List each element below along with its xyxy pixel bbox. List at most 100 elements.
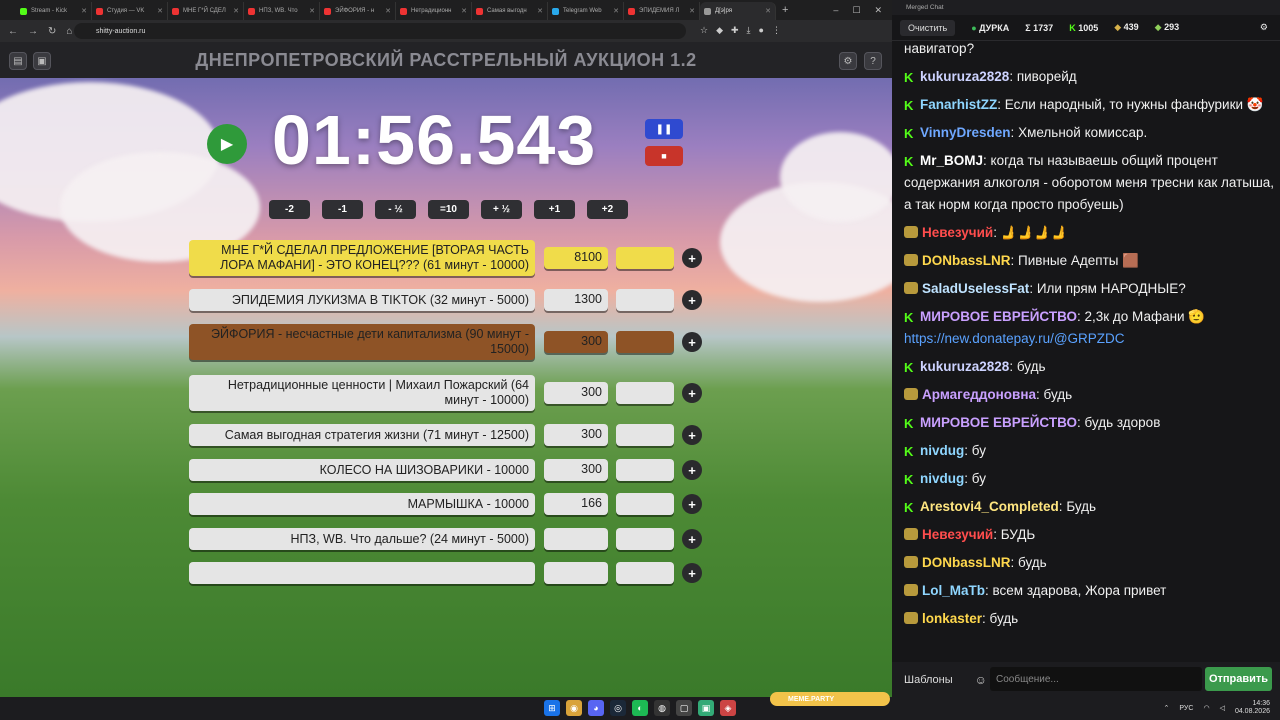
- chat-nick[interactable]: nivdug: [920, 471, 964, 486]
- lot-name-field[interactable]: ЭПИДЕМИЯ ЛУКИЗМА В TIKTOK (32 минут - 50…: [189, 289, 535, 311]
- lot-add-button[interactable]: +: [682, 290, 702, 310]
- lot-name-field[interactable]: КОЛЕСО НА ШИЗОВАРИКИ - 10000: [189, 459, 535, 481]
- lot-name-field[interactable]: МНЕ Г*Й СДЕЛАЛ ПРЕДЛОЖЕНИЕ [ВТОРАЯ ЧАСТЬ…: [189, 240, 535, 276]
- tab-close-icon[interactable]: ✕: [765, 7, 771, 15]
- emoji-icon[interactable]: ☺: [975, 673, 987, 687]
- lot-add-amount-input[interactable]: [616, 289, 674, 311]
- star-icon[interactable]: ☆: [700, 25, 708, 36]
- time-adjust-button[interactable]: =10: [428, 200, 469, 219]
- tab-2[interactable]: Студия — VK ✕: [92, 2, 168, 20]
- chat-nick[interactable]: FanarhistZZ: [920, 97, 997, 112]
- tab-6[interactable]: Нетрадиционн ✕: [396, 2, 472, 20]
- chat-nick[interactable]: DONbassLNR: [922, 253, 1011, 268]
- menu-icon[interactable]: ⋮: [772, 25, 781, 36]
- sidebar-toggle-icon[interactable]: ▤: [9, 52, 27, 70]
- lot-add-amount-input[interactable]: [616, 247, 674, 269]
- lot-amount-field[interactable]: 300: [544, 459, 608, 481]
- time-adjust-button[interactable]: -2: [269, 200, 310, 219]
- chat-nick[interactable]: nivdug: [920, 443, 964, 458]
- lot-amount-field[interactable]: [544, 528, 608, 550]
- lot-name-field[interactable]: Самая выгодная стратегия жизни (71 минут…: [189, 424, 535, 446]
- volume-icon[interactable]: ◁: [1220, 704, 1225, 712]
- lot-add-amount-input[interactable]: [616, 562, 674, 584]
- discord-icon[interactable]: ◕: [588, 700, 604, 716]
- spotify-icon[interactable]: ◐: [632, 700, 648, 716]
- lot-name-field[interactable]: НПЗ, WB. Что дальше? (24 минут - 5000): [189, 528, 535, 550]
- chat-nick[interactable]: VinnyDresden: [920, 125, 1011, 140]
- chat-link[interactable]: https://new.donatepay.ru/@GRPZDC: [904, 331, 1125, 346]
- lot-add-button[interactable]: +: [682, 494, 702, 514]
- send-button[interactable]: Отправить: [1205, 667, 1272, 691]
- tab-close-icon[interactable]: ✕: [157, 7, 163, 15]
- play-button[interactable]: ▶: [207, 124, 247, 164]
- chat-nick[interactable]: Армагеддоновна: [922, 387, 1036, 402]
- lot-add-button[interactable]: +: [682, 563, 702, 583]
- obs-icon[interactable]: ◍: [654, 700, 670, 716]
- save-icon[interactable]: ▣: [33, 52, 51, 70]
- tab-3[interactable]: МНЕ Г*Й СДЕЛ ✕: [168, 2, 244, 20]
- lot-name-field[interactable]: [189, 562, 535, 584]
- tray-arrow-icon[interactable]: ⌃: [1164, 704, 1170, 712]
- chat-nick[interactable]: lonkaster: [922, 611, 982, 626]
- profile-icon[interactable]: ●: [759, 25, 764, 36]
- app-icon[interactable]: ◈: [720, 700, 736, 716]
- clock[interactable]: 14:36 04.08.2026: [1235, 700, 1270, 716]
- chat-settings-icon[interactable]: ⚙: [1260, 22, 1268, 33]
- lot-name-field[interactable]: ЭЙФОРИЯ - несчастные дети капитализма (9…: [189, 324, 535, 360]
- lot-add-button[interactable]: +: [682, 529, 702, 549]
- lot-add-button[interactable]: +: [682, 248, 702, 268]
- wifi-icon[interactable]: ◠: [1203, 704, 1209, 712]
- tab-close-icon[interactable]: ✕: [613, 7, 619, 15]
- forward-icon[interactable]: →: [28, 26, 38, 37]
- maximize-icon[interactable]: ☐: [852, 5, 860, 16]
- back-icon[interactable]: ←: [8, 26, 18, 37]
- message-input[interactable]: Сообщение...: [990, 667, 1202, 691]
- lot-add-amount-input[interactable]: [616, 424, 674, 446]
- chat-nick[interactable]: Mr_BOMJ: [920, 153, 983, 168]
- lot-add-amount-input[interactable]: [616, 331, 674, 353]
- time-adjust-button[interactable]: +1: [534, 200, 575, 219]
- tab-close-icon[interactable]: ✕: [81, 7, 87, 15]
- tab-4[interactable]: НПЗ, WB. Что ✕: [244, 2, 320, 20]
- tab-5[interactable]: ЭЙФОРИЯ - н ✕: [320, 2, 396, 20]
- tab-close-icon[interactable]: ✕: [385, 7, 391, 15]
- tab-close-icon[interactable]: ✕: [233, 7, 239, 15]
- lot-amount-field[interactable]: 300: [544, 331, 608, 353]
- meme-party-widget[interactable]: MEME.PARTY: [770, 692, 890, 706]
- new-tab-icon[interactable]: +: [782, 4, 788, 16]
- reload-icon[interactable]: ↻: [48, 26, 56, 37]
- stop-button[interactable]: ■: [645, 146, 683, 166]
- lot-amount-field[interactable]: 166: [544, 493, 608, 515]
- settings-icon[interactable]: ⚙: [839, 52, 857, 70]
- minimize-icon[interactable]: –: [833, 5, 838, 15]
- lot-amount-field[interactable]: 8100: [544, 247, 608, 269]
- lot-name-field[interactable]: Нетрадиционные ценности | Михаил Пожарск…: [189, 375, 535, 411]
- tab-7[interactable]: Самая выгодн ✕: [472, 2, 548, 20]
- steam-icon[interactable]: ◎: [610, 700, 626, 716]
- lot-add-button[interactable]: +: [682, 383, 702, 403]
- lot-amount-field[interactable]: 300: [544, 424, 608, 446]
- lang-indicator[interactable]: РУС: [1179, 705, 1193, 712]
- chat-nick[interactable]: МИРОВОЕ ЕВРЕЙСТВО: [920, 415, 1077, 430]
- puzzle-icon[interactable]: ✚: [731, 25, 739, 36]
- help-icon[interactable]: ?: [864, 52, 882, 70]
- app-icon[interactable]: ▢: [676, 700, 692, 716]
- chat-nick[interactable]: SaladUselessFat: [922, 281, 1029, 296]
- tab-close-icon[interactable]: ✕: [461, 7, 467, 15]
- lot-add-amount-input[interactable]: [616, 382, 674, 404]
- tab-close-icon[interactable]: ✕: [309, 7, 315, 15]
- time-adjust-button[interactable]: +2: [587, 200, 628, 219]
- chat-nick[interactable]: Lol_MaTb: [922, 583, 985, 598]
- chat-nick[interactable]: Невезучий: [922, 225, 993, 240]
- tab-close-icon[interactable]: ✕: [689, 7, 695, 15]
- chat-nick[interactable]: Невезучий: [922, 527, 993, 542]
- tab-10[interactable]: Д[э]ря ✕: [700, 2, 776, 20]
- lot-add-amount-input[interactable]: [616, 528, 674, 550]
- app-icon[interactable]: ▣: [698, 700, 714, 716]
- tab-8[interactable]: Telegram Web ✕: [548, 2, 624, 20]
- download-icon[interactable]: ⤓: [747, 25, 751, 36]
- lot-amount-field[interactable]: [544, 562, 608, 584]
- lot-add-amount-input[interactable]: [616, 493, 674, 515]
- templates-button[interactable]: Шаблоны: [904, 674, 953, 686]
- chat-nick[interactable]: kukuruza2828: [920, 359, 1009, 374]
